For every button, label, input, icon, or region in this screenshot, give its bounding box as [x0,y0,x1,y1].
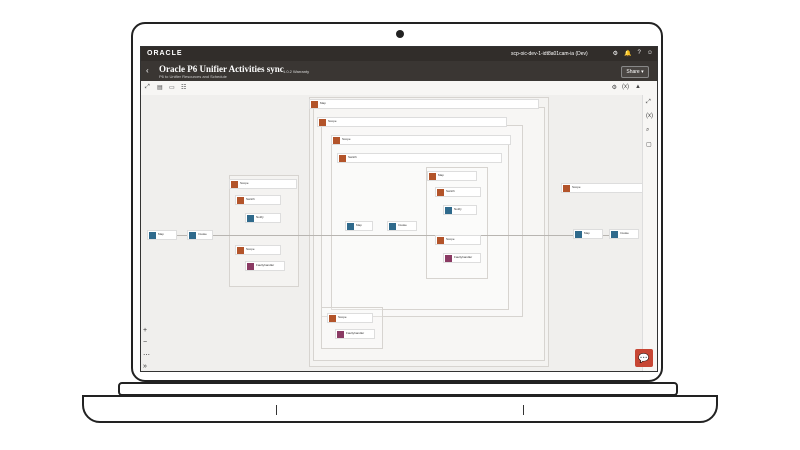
expand-icon[interactable]: ⤢ [145,84,150,91]
node-icon [445,207,452,214]
variable-icon[interactable]: (x) [646,113,653,119]
canvas-node[interactable]: Scope [327,313,373,323]
node-icon [347,223,354,230]
code-icon[interactable]: (x) [622,84,629,90]
canvas-node[interactable]: Scope [435,235,481,245]
node-icon [611,231,618,238]
page-title: Oracle P6 Unifier Activities sync [159,64,284,74]
flow-line [151,235,631,236]
top-bar: ORACLE scp-oic-dev-1-idt8a01cam-ia (Dev)… [141,47,657,61]
expand-icon[interactable]: ⤢ [646,99,651,106]
laptop-hinge [118,382,678,396]
rows-icon[interactable]: ▭ [169,84,175,91]
chat-button[interactable]: 💬 [635,349,653,367]
laptop-base [82,395,718,423]
camera [396,30,404,38]
node-icon [563,185,570,192]
canvas-node[interactable]: Scope [561,183,645,193]
canvas-node[interactable]: Switch [435,187,481,197]
help-icon[interactable]: ? [638,50,641,57]
right-rail: ⤢ (x) ⌕ ▢ [642,95,657,371]
layout-icon[interactable]: ▤ [157,84,163,91]
environment-label: scp-oic-dev-1-idt8a01cam-ia (Dev) [511,51,588,57]
warning-icon[interactable]: ▲ [635,84,641,90]
toolbar: ⤢ ▤ ▭ ☷ ⚙ (x) ▲ [141,81,657,96]
zoom-in-button[interactable]: + [143,327,147,334]
node-icon [445,255,452,262]
canvas-node[interactable]: Switch [337,153,502,163]
more-button[interactable]: ⋯ [143,351,150,359]
canvas-node[interactable]: Scope [317,117,507,127]
top-icons: ⚙ 🔔 ? ☺ [613,50,653,57]
canvas-node[interactable]: Faultyhandler [443,253,481,263]
canvas-node[interactable]: Scope [229,179,297,189]
title-bar: ‹ Oracle P6 Unifier Activities sync P6 t… [141,61,657,81]
laptop-foot [523,405,524,415]
node-icon [247,263,254,270]
canvas-node[interactable]: Scope [235,245,281,255]
node-icon [329,315,336,322]
gear-icon[interactable]: ⚙ [613,50,618,57]
node-icon [311,101,318,108]
canvas-node[interactable]: Faultyhandler [335,329,375,339]
node-icon [333,137,340,144]
node-icon [319,119,326,126]
oracle-logo: ORACLE [147,50,183,57]
canvas-node[interactable]: Invoke [387,221,417,231]
user-icon[interactable]: ☺ [647,50,653,57]
node-icon [437,237,444,244]
page-subtitle: P6 to Unifier Resources and Schedule [159,74,227,79]
canvas-node[interactable]: Scope [331,135,511,145]
node-icon [237,247,244,254]
node-icon [247,215,254,222]
canvas-node[interactable]: Map [427,171,477,181]
canvas-node[interactable]: Faultyhandler [245,261,285,271]
canvas-node[interactable]: Map [309,99,539,109]
tree-icon[interactable]: ☷ [181,84,186,91]
canvas-node[interactable]: Map [573,229,603,239]
node-icon [237,197,244,204]
node-icon [389,223,396,230]
node-icon [575,231,582,238]
zoom-out-button[interactable]: − [143,339,147,346]
canvas-node[interactable]: Notify [443,205,477,215]
document-icon[interactable]: ▢ [646,141,652,148]
node-icon [149,232,156,239]
collapse-button[interactable]: » [143,363,147,370]
canvas-node[interactable]: Map [345,221,373,231]
back-button[interactable]: ‹ [146,66,149,75]
canvas-node[interactable]: Map [147,230,177,240]
node-icon [337,331,344,338]
canvas-node[interactable]: Invoke [187,230,213,240]
node-icon [189,232,196,239]
node-icon [339,155,346,162]
screen: ORACLE scp-oic-dev-1-idt8a01cam-ia (Dev)… [140,46,658,372]
share-button[interactable]: Share ▾ [621,66,649,78]
canvas-node[interactable]: Notify [245,213,281,223]
node-icon [437,189,444,196]
search-icon[interactable]: ⌕ [646,127,649,134]
node-icon [231,181,238,188]
settings-icon[interactable]: ⚙ [612,84,617,91]
integration-canvas[interactable]: Map Scope Scope Switch Scope Switch Noti… [141,95,645,371]
canvas-node[interactable]: Switch [235,195,281,205]
version-label: 1.0.2 Warranty [283,69,310,74]
laptop-foot [276,405,277,415]
bell-icon[interactable]: 🔔 [624,50,631,57]
canvas-node[interactable]: Invoke [609,229,639,239]
node-icon [429,173,436,180]
